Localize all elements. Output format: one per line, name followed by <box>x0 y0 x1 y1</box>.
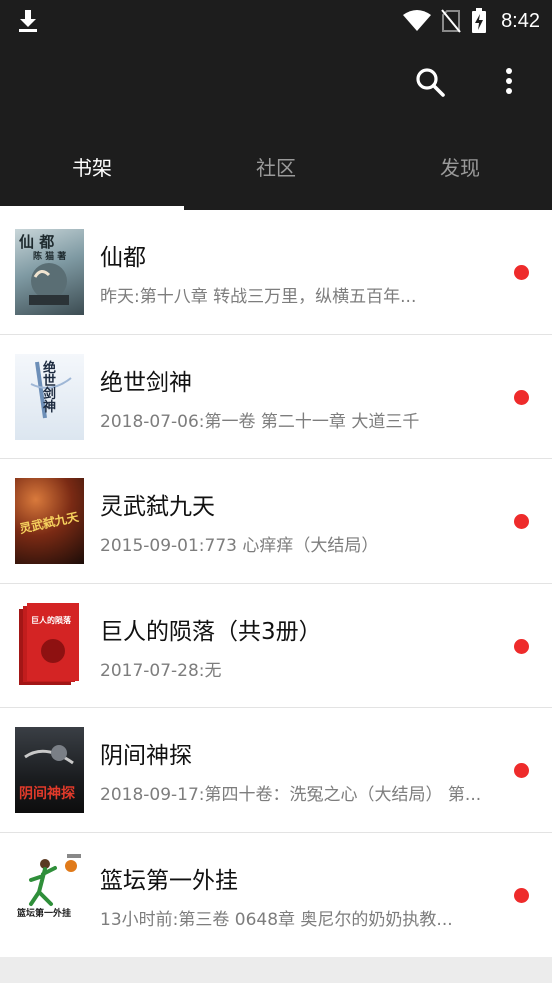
unread-dot <box>514 389 529 405</box>
tab-bookshelf[interactable]: 书架 <box>0 144 184 210</box>
book-cover-title: 灵武弑九天 <box>18 509 80 537</box>
more-vertical-icon[interactable] <box>498 66 520 98</box>
book-latest-chapter: 2018-07-06:第一卷 第二十一章 大道三千 <box>100 411 420 432</box>
book-title: 巨人的陨落（共3册） <box>100 618 322 645</box>
book-cover: 绝世剑神 <box>15 353 84 440</box>
unread-dot <box>514 763 529 778</box>
bookshelf-list: 仙 都 陈 猫 著 仙都 昨天:第十八章 转战三万里，纵横五百年... 绝世剑神… <box>0 210 552 957</box>
tab-discover[interactable]: 发现 <box>368 144 552 210</box>
book-item[interactable]: 绝世剑神 绝世剑神 2018-07-06:第一卷 第二十一章 大道三千 <box>0 335 552 459</box>
wifi-icon <box>403 10 432 31</box>
book-cover-author: 陈 猫 著 <box>33 252 67 262</box>
book-latest-chapter: 2015-09-01:773 心痒痒（大结局） <box>100 536 379 556</box>
book-title: 灵武弑九天 <box>100 494 215 520</box>
book-item[interactable]: 仙 都 陈 猫 著 仙都 昨天:第十八章 转战三万里，纵横五百年... <box>0 210 552 335</box>
tab-bar: 书架 社区 发现 <box>0 144 552 210</box>
no-sim-icon <box>441 9 461 33</box>
book-latest-chapter: 2017-07-28:无 <box>100 660 222 681</box>
search-icon[interactable] <box>414 66 446 98</box>
status-bar: 8:42 <box>0 0 552 44</box>
status-time: 8:42 <box>501 9 540 32</box>
book-title: 绝世剑神 <box>100 369 192 396</box>
book-cover-title: 巨人的陨落 <box>31 614 71 625</box>
book-title: 阴间神探 <box>100 743 192 769</box>
unread-dot <box>514 514 529 529</box>
book-title: 仙都 <box>100 245 146 271</box>
book-cover: 灵武弑九天 <box>15 478 84 564</box>
book-item[interactable]: 阴间神探 阴间神探 2018-09-17:第四十卷：洗冤之心（大结局） 第... <box>0 708 552 833</box>
book-cover-title: 绝世剑神 <box>43 360 57 415</box>
book-title: 篮坛第一外挂 <box>100 867 238 894</box>
book-latest-chapter: 13小时前:第三卷 0648章 奥尼尔的奶奶执教... <box>100 909 453 930</box>
unread-dot <box>514 265 529 280</box>
book-cover-title: 阴间神探 <box>19 786 75 802</box>
book-cover: 阴间神探 <box>15 727 84 813</box>
book-cover-title: 篮坛第一外挂 <box>17 908 72 919</box>
unread-dot <box>514 638 529 654</box>
book-cover: 仙 都 陈 猫 著 <box>15 229 84 315</box>
tab-community[interactable]: 社区 <box>184 144 368 210</box>
app-bar: 书架 社区 发现 <box>0 44 552 210</box>
battery-charging-icon <box>472 8 487 33</box>
book-latest-chapter: 昨天:第十八章 转战三万里，纵横五百年... <box>100 287 417 307</box>
book-latest-chapter: 2018-09-17:第四十卷：洗冤之心（大结局） 第... <box>100 785 482 805</box>
book-item[interactable]: 篮坛第一外挂 篮坛第一外挂 13小时前:第三卷 0648章 奥尼尔的奶奶执教..… <box>0 833 552 958</box>
book-item[interactable]: 巨人的陨落 巨人的陨落（共3册） 2017-07-28:无 <box>0 584 552 708</box>
download-icon <box>19 10 37 32</box>
book-cover: 巨人的陨落 <box>15 602 84 689</box>
book-item[interactable]: 灵武弑九天 灵武弑九天 2015-09-01:773 心痒痒（大结局） <box>0 459 552 584</box>
book-cover: 篮坛第一外挂 <box>15 851 84 938</box>
unread-dot <box>514 887 529 903</box>
